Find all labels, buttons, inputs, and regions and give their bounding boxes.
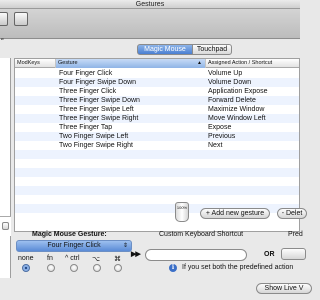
column-header-gesture[interactable]: Gesture ▲: [56, 59, 206, 68]
row-action: Volume Up: [208, 70, 243, 77]
modifier-label-fn: fn: [47, 255, 53, 262]
modifier-label-option: ⌥: [92, 256, 101, 263]
modifier-radio-option[interactable]: [93, 264, 101, 272]
row-action: Forward Delete: [208, 97, 256, 104]
sort-ascending-icon: ▲: [197, 60, 202, 66]
row-gesture: Three Finger Swipe Left: [59, 106, 134, 113]
row-action: Next: [208, 142, 223, 149]
row-gesture: Four Finger Swipe Down: [59, 79, 137, 86]
gesture-popup-value: Four Finger Click: [47, 242, 101, 249]
gesture-table[interactable]: ModKeys Gesture ▲ Assigned Action / Shor…: [14, 58, 300, 232]
column-header-modkeys[interactable]: ModKeys: [15, 59, 56, 68]
info-text: If you set both the predefined action: [182, 264, 294, 271]
tab-magic-mouse[interactable]: Magic Mouse: [137, 44, 193, 55]
app-list-sidebar[interactable]: [0, 58, 11, 278]
table-row[interactable]: Two Finger Swipe Right Next: [15, 141, 299, 150]
or-label: OR: [264, 251, 275, 258]
modifier-radio-ctrl[interactable]: [70, 264, 78, 272]
table-header: ModKeys Gesture ▲ Assigned Action / Shor…: [15, 59, 299, 68]
add-gesture-button[interactable]: + Add new gesture: [200, 208, 270, 219]
show-live-view-button[interactable]: Show Live V: [256, 283, 312, 294]
toolbar: e: [0, 9, 300, 43]
predefined-action-popup[interactable]: [281, 248, 306, 260]
shortcut-label: Custom Keyboard Shortcut: [159, 231, 244, 238]
empty-row: [15, 168, 299, 177]
toolbar-item-2-icon[interactable]: [14, 12, 28, 26]
empty-row: [15, 186, 299, 195]
row-action: Previous: [208, 133, 236, 140]
sidebar-controls: [0, 216, 11, 236]
tab-touchpad[interactable]: Touchpad: [192, 44, 232, 55]
row-gesture: Four Finger Click: [59, 70, 113, 77]
sensitivity-slider-thumb[interactable]: 100%: [175, 202, 189, 222]
table-row[interactable]: Three Finger Click Application Expose: [15, 87, 299, 96]
row-gesture: Two Finger Swipe Left: [59, 133, 129, 140]
predefined-label: Pred: [288, 231, 303, 238]
table-row[interactable]: Four Finger Swipe Down Volume Down: [15, 78, 299, 87]
table-row[interactable]: Two Finger Swipe Left Previous: [15, 132, 299, 141]
table-row[interactable]: Three Finger Swipe Left Maximize Window: [15, 105, 299, 114]
popup-arrows-icon: ⇕: [122, 243, 128, 249]
empty-row: [15, 177, 299, 186]
modifier-label-none: none: [18, 255, 34, 262]
window-title: Gestures: [135, 1, 165, 8]
modifier-label-command: ⌘: [114, 256, 121, 263]
row-action: Volume Down: [208, 79, 252, 86]
window-titlebar: Gestures: [0, 0, 300, 9]
empty-row: [15, 159, 299, 168]
column-header-gesture-label: Gesture: [58, 60, 78, 66]
row-gesture: Three Finger Click: [59, 88, 117, 95]
gesture-popup[interactable]: Four Finger Click ⇕: [16, 240, 132, 252]
modifier-radio-fn[interactable]: [47, 264, 55, 272]
empty-row: [15, 150, 299, 159]
row-gesture: Three Finger Swipe Right: [59, 115, 139, 122]
toolbar-item-icon[interactable]: [0, 12, 8, 26]
sidebar-add-button[interactable]: [2, 222, 9, 230]
delete-gesture-button[interactable]: - Delet: [277, 208, 307, 219]
main-content: Magic Mouse Touchpad ModKeys Gesture ▲ A…: [0, 40, 312, 300]
row-action: Application Expose: [208, 88, 268, 95]
gesture-picker-label: Magic Mouse Gesture:: [32, 231, 107, 238]
row-action: Maximize Window: [208, 106, 265, 113]
empty-row: [15, 195, 299, 204]
modifier-radio-command[interactable]: [114, 264, 122, 272]
row-action: Expose: [208, 124, 232, 131]
row-action: Move Window Left: [208, 115, 266, 122]
table-row[interactable]: Three Finger Tap Expose: [15, 123, 299, 132]
modifier-radio-none[interactable]: [22, 264, 30, 272]
row-gesture: Three Finger Swipe Down: [59, 97, 140, 104]
play-shortcut-icon[interactable]: ▶▶: [131, 250, 141, 258]
info-icon: i: [169, 264, 177, 272]
column-header-action[interactable]: Assigned Action / Shortcut: [206, 59, 299, 68]
table-row[interactable]: Four Finger Click Volume Up: [15, 69, 299, 78]
shortcut-input[interactable]: [145, 249, 247, 261]
row-gesture: Two Finger Swipe Right: [59, 142, 133, 149]
modifier-label-ctrl: ^ ctrl: [65, 255, 80, 262]
row-gesture: Three Finger Tap: [59, 124, 113, 131]
table-row[interactable]: Three Finger Swipe Down Forward Delete: [15, 96, 299, 105]
table-row[interactable]: Three Finger Swipe Right Move Window Lef…: [15, 114, 299, 123]
